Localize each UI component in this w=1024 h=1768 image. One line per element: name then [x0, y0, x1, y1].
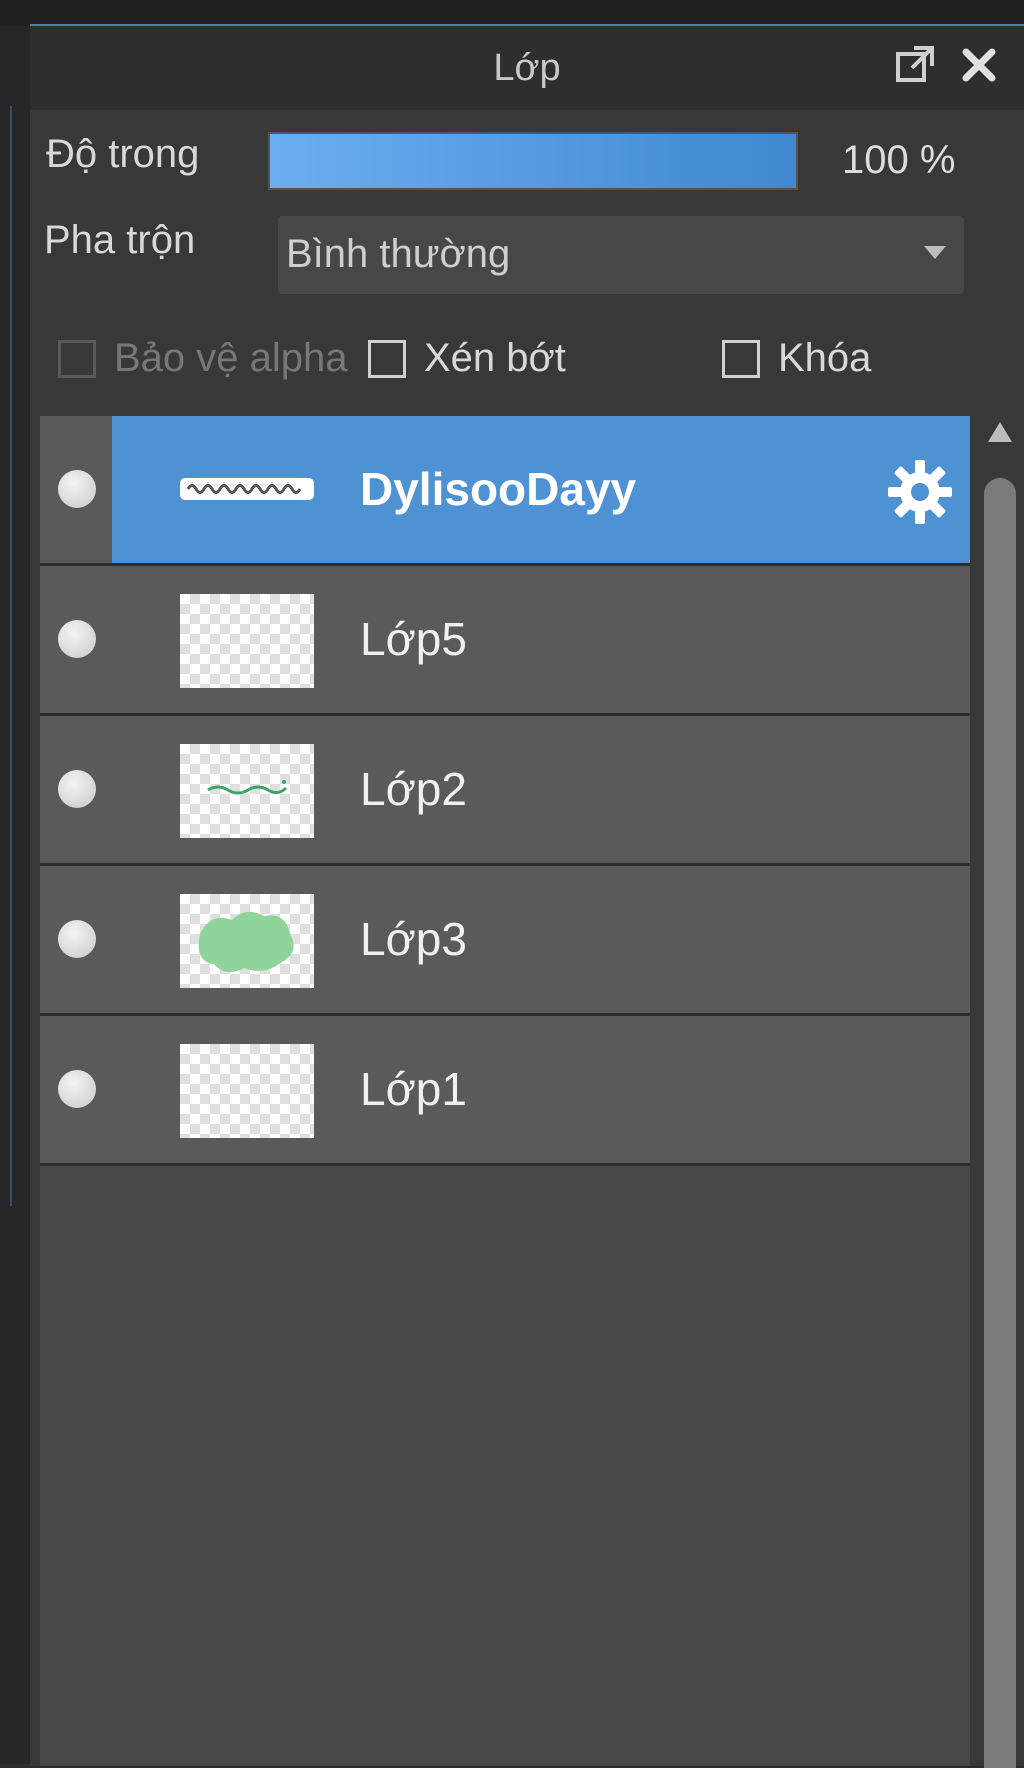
- layer-row-lop1[interactable]: Lớp1: [40, 1016, 970, 1166]
- lock-checkbox[interactable]: Khóa: [722, 336, 871, 381]
- opacity-value: 100 %: [842, 138, 956, 182]
- blend-mode-value: Bình thường: [286, 232, 511, 276]
- chevron-down-icon: [924, 246, 946, 265]
- layer-name: Lớp1: [360, 1063, 467, 1115]
- layers-panel: Lớp Độ trong 100 % Pha trộn Bình thường …: [30, 24, 1024, 1768]
- layer-row-lop3[interactable]: Lớp3: [40, 866, 970, 1016]
- panel-title: Lớp: [493, 46, 561, 89]
- layer-thumbnail: [180, 594, 314, 688]
- gear-icon[interactable]: [884, 456, 956, 528]
- layer-thumbnail: [180, 744, 314, 838]
- scrollbar-thumb[interactable]: [984, 478, 1016, 1768]
- blend-label: Pha trộn: [44, 218, 196, 262]
- layer-row-lop2[interactable]: Lớp2: [40, 716, 970, 866]
- clip-checkbox[interactable]: Xén bớt: [368, 336, 566, 381]
- opacity-slider[interactable]: [268, 132, 798, 190]
- scroll-up-icon[interactable]: [986, 420, 1014, 449]
- visibility-dot-icon[interactable]: [58, 770, 96, 808]
- close-icon[interactable]: [958, 44, 1000, 86]
- dock-accent: [10, 106, 12, 1206]
- layer-list: DylisooDayy Lớp5 Lớp2 Lớp3 Lớp1: [40, 416, 970, 1766]
- layer-thumbnail: [180, 894, 314, 988]
- window-topbar: [0, 0, 1024, 26]
- visibility-dot-icon[interactable]: [58, 470, 96, 508]
- layer-name: Lớp5: [360, 613, 467, 665]
- blend-mode-select[interactable]: Bình thường: [278, 216, 964, 294]
- opacity-label: Độ trong: [46, 132, 200, 176]
- protect-alpha-label: Bảo vệ alpha: [114, 336, 348, 380]
- layer-thumbnail: [180, 1044, 314, 1138]
- popout-icon[interactable]: [894, 44, 936, 86]
- protect-alpha-box: [58, 339, 96, 378]
- layer-row-lop5[interactable]: Lớp5: [40, 566, 970, 716]
- visibility-dot-icon[interactable]: [58, 620, 96, 658]
- layer-name: Lớp2: [360, 763, 467, 815]
- layer-name: Lớp3: [360, 913, 467, 965]
- layer-thumbnail: [180, 476, 314, 502]
- opacity-slider-fill: [270, 134, 796, 188]
- layer-list-scrollbar[interactable]: [982, 416, 1018, 1768]
- clip-box: [368, 339, 406, 378]
- panel-titlebar[interactable]: Lớp: [30, 26, 1024, 110]
- visibility-dot-icon[interactable]: [58, 920, 96, 958]
- protect-alpha-checkbox[interactable]: Bảo vệ alpha: [58, 336, 348, 381]
- lock-box: [722, 339, 760, 378]
- left-dock-strip: [0, 26, 30, 1764]
- lock-label: Khóa: [778, 336, 872, 380]
- clip-label: Xén bớt: [424, 336, 566, 380]
- layer-row-dylisoodayy[interactable]: DylisooDayy: [40, 416, 970, 566]
- layer-name: DylisooDayy: [360, 463, 637, 515]
- visibility-dot-icon[interactable]: [58, 1070, 96, 1108]
